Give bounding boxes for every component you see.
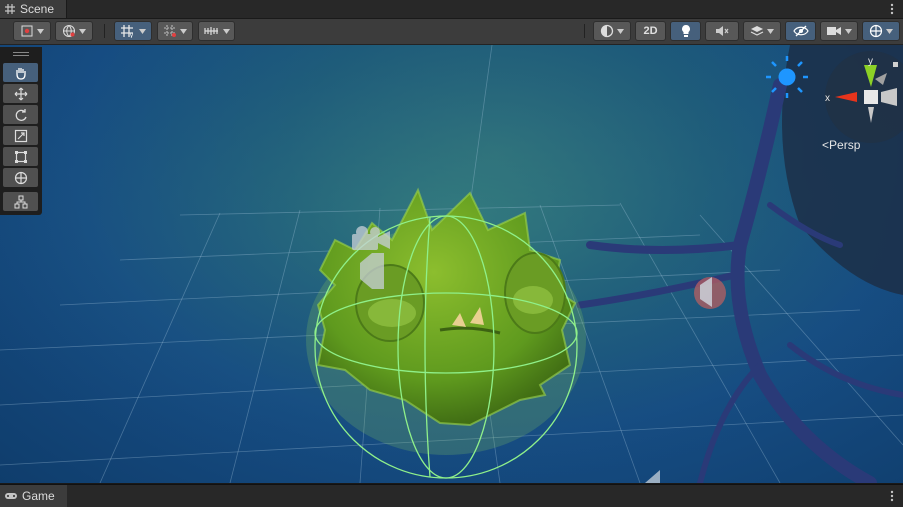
gizmos-globe-icon <box>869 24 883 38</box>
custom-tool-button[interactable] <box>3 192 38 211</box>
game-tab[interactable]: Game <box>0 485 67 507</box>
rect-transform-icon <box>14 150 27 163</box>
eye-hidden-icon <box>792 25 809 37</box>
lock-icon[interactable] <box>893 62 898 67</box>
rect-tool-button[interactable] <box>3 147 38 166</box>
shading-mode-button[interactable] <box>593 21 631 41</box>
chevron-down-icon <box>139 28 146 34</box>
toolbar-separator <box>104 24 105 38</box>
game-tab-bar: Game <box>0 484 903 507</box>
projection-text: Persp <box>829 138 861 152</box>
scene-tab[interactable]: Scene <box>0 0 68 18</box>
chevron-down-icon <box>886 28 893 34</box>
shading-sphere-icon <box>600 24 614 38</box>
chevron-left-icon: < <box>822 138 830 152</box>
speaker-muted-icon <box>716 26 729 36</box>
chevron-down-icon <box>79 28 86 34</box>
chevron-down-icon <box>37 28 44 34</box>
ruler-icon <box>203 27 218 35</box>
gizmos-button[interactable] <box>862 21 900 41</box>
scene-viewport[interactable] <box>0 45 903 483</box>
grid-icon <box>164 25 176 37</box>
draw-mode-button[interactable] <box>13 21 51 41</box>
rotate-tool-button[interactable] <box>3 105 38 124</box>
hash-grid-icon <box>5 4 15 14</box>
scene-render <box>0 45 903 483</box>
2d-toggle-button[interactable]: 2D <box>635 21 666 41</box>
projection-label[interactable]: <Persp <box>822 138 860 152</box>
transform-icon <box>14 171 27 184</box>
global-toggle-button[interactable] <box>55 21 93 41</box>
move-tool-button[interactable] <box>3 84 38 103</box>
video-camera-icon <box>827 27 841 35</box>
increment-snap-button[interactable] <box>198 21 235 41</box>
lightbulb-icon <box>681 25 690 37</box>
chevron-down-icon <box>767 28 774 34</box>
camera-settings-button[interactable] <box>820 21 858 41</box>
transform-tool-button[interactable] <box>3 168 38 187</box>
hand-icon <box>15 67 26 80</box>
effects-toggle-button[interactable] <box>743 21 781 41</box>
lighting-toggle-button[interactable] <box>670 21 701 41</box>
gamepad-icon <box>5 493 17 499</box>
rotate-icon <box>15 108 27 121</box>
audio-probe-icon[interactable] <box>694 277 726 309</box>
drag-handle-icon[interactable] <box>13 52 29 56</box>
svg-text:y: y <box>130 33 133 38</box>
layers-icon <box>750 26 764 36</box>
scene-menu-icon[interactable] <box>887 0 897 18</box>
chevron-down-icon <box>617 28 624 34</box>
chevron-down-icon <box>222 28 230 34</box>
game-menu-icon[interactable] <box>887 485 897 507</box>
transform-tools-panel <box>0 47 42 215</box>
audio-toggle-button[interactable] <box>705 21 739 41</box>
game-tab-label: Game <box>22 489 55 503</box>
gizmo-center-cube[interactable] <box>864 90 878 104</box>
chevron-down-icon <box>180 28 187 34</box>
scale-icon <box>14 129 27 142</box>
y-axis-label: y <box>868 56 873 67</box>
chevron-down-icon <box>845 28 852 34</box>
scene-toolbar: y 2D <box>0 19 903 45</box>
grid-toggle-button[interactable] <box>157 21 193 41</box>
globe-icon <box>63 25 75 37</box>
scene-tab-label: Scene <box>20 2 55 16</box>
scale-tool-button[interactable] <box>3 126 38 145</box>
2d-label: 2D <box>643 25 658 37</box>
toolbar-separator <box>584 24 585 38</box>
draw-mode-icon <box>21 25 33 37</box>
visibility-toggle-button[interactable] <box>785 21 816 41</box>
scene-tab-bar: Scene <box>0 0 903 19</box>
move-arrows-icon <box>14 87 27 100</box>
x-axis-label: x <box>825 93 830 104</box>
grid-snap-button[interactable]: y <box>114 21 152 41</box>
grid-snap-icon: y <box>121 25 133 38</box>
custom-tools-icon <box>14 195 27 208</box>
hand-tool-button[interactable] <box>3 63 38 82</box>
